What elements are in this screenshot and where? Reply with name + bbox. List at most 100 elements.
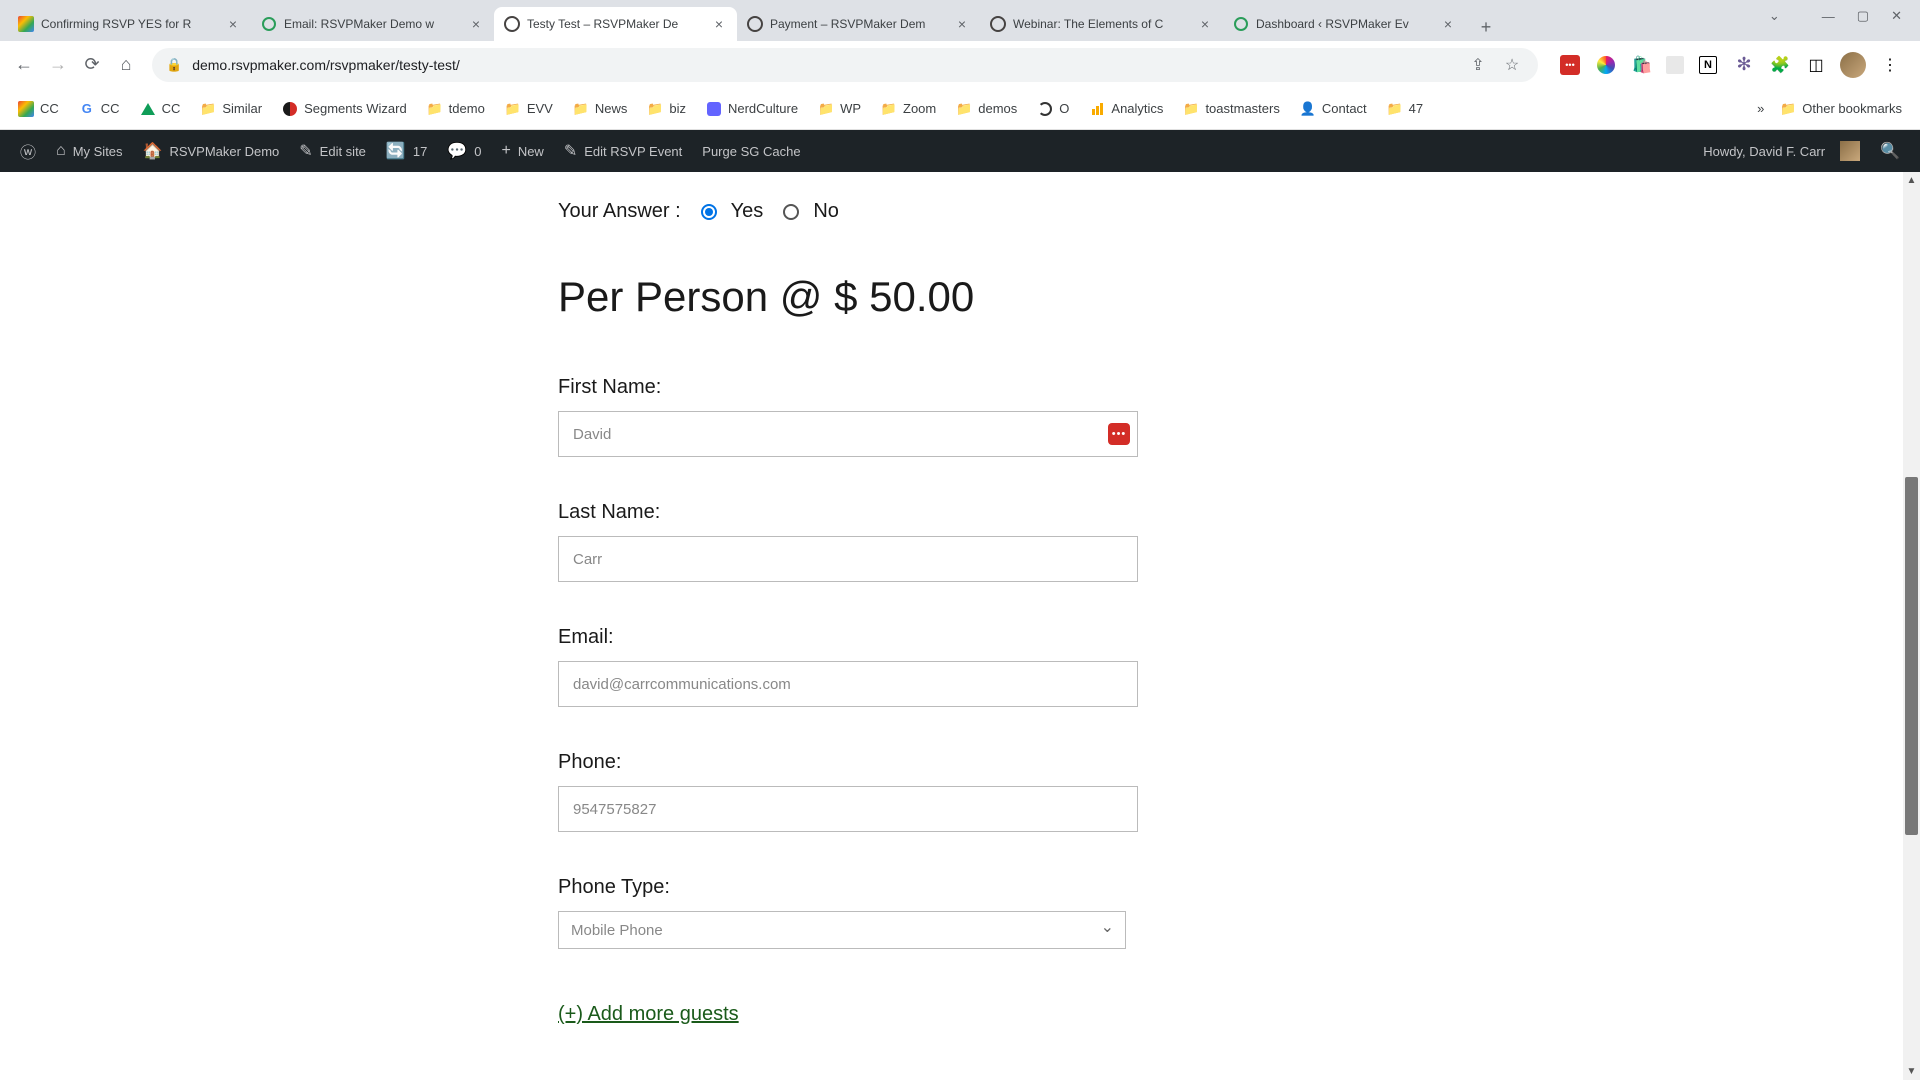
blank-ext-icon[interactable] (1666, 56, 1684, 74)
close-icon[interactable]: × (1440, 16, 1456, 32)
other-bookmarks[interactable]: 📁Other bookmarks (1774, 97, 1908, 121)
first-name-label: First Name: (558, 376, 1138, 399)
bookmark-zoom[interactable]: 📁Zoom (875, 97, 942, 121)
close-icon[interactable]: × (1197, 16, 1213, 32)
plus-icon: + (501, 142, 510, 160)
tab-5[interactable]: Dashboard ‹ RSVPMaker Ev × (1223, 7, 1466, 41)
address-bar-row: ← → ⟳ ⌂ 🔒 demo.rsvpmaker.com/rsvpmaker/t… (0, 41, 1920, 88)
close-window-icon[interactable]: ✕ (1891, 8, 1902, 24)
last-name-label: Last Name: (558, 501, 1138, 524)
bookmark-cc-gmail[interactable]: CC (12, 97, 65, 121)
tab-0[interactable]: Confirming RSVP YES for R × (8, 7, 251, 41)
bookmark-biz[interactable]: 📁biz (641, 97, 692, 121)
sidepanel-icon[interactable]: ◫ (1804, 53, 1828, 77)
google-icon: G (79, 101, 95, 117)
reload-button[interactable]: ⟳ (78, 51, 106, 79)
close-icon[interactable]: × (225, 16, 241, 32)
address-bar[interactable]: 🔒 demo.rsvpmaker.com/rsvpmaker/testy-tes… (152, 48, 1538, 82)
extensions-icon[interactable]: 🧩 (1768, 53, 1792, 77)
bookmark-cc-drive[interactable]: CC (134, 97, 187, 121)
profile-avatar[interactable] (1840, 52, 1866, 78)
field-first-name: First Name: ••• (558, 376, 1138, 457)
lastpass-ext-icon[interactable]: ••• (1558, 53, 1582, 77)
folder-icon: 📁 (505, 101, 521, 117)
bookmark-news[interactable]: 📁News (567, 97, 634, 121)
tab-1[interactable]: Email: RSVPMaker Demo w × (251, 7, 494, 41)
wp-updates[interactable]: 🔄17 (376, 130, 437, 172)
wp-comments[interactable]: 💬0 (437, 130, 491, 172)
pencil-icon: ✎ (299, 141, 312, 161)
wordpress-icon (504, 16, 520, 32)
tab-2-active[interactable]: Testy Test – RSVPMaker De × (494, 7, 737, 41)
share-icon[interactable]: ⇪ (1466, 53, 1490, 77)
wp-howdy[interactable]: Howdy, David F. Carr (1693, 141, 1870, 161)
close-icon[interactable]: × (711, 16, 727, 32)
bookmark-toastmasters[interactable]: 📁toastmasters (1177, 97, 1285, 121)
close-icon[interactable]: × (468, 16, 484, 32)
home-button[interactable]: ⌂ (112, 51, 140, 79)
tab-search-icon[interactable]: ⌄ (1769, 8, 1780, 24)
bookmark-analytics[interactable]: Analytics (1083, 97, 1169, 121)
wp-purge-cache[interactable]: Purge SG Cache (692, 130, 810, 172)
wp-search[interactable]: 🔍 (1870, 141, 1910, 161)
maximize-icon[interactable]: ▢ (1857, 8, 1869, 24)
phone-input[interactable] (558, 786, 1138, 832)
scrollbar-track[interactable]: ▲ ▼ (1903, 172, 1920, 1080)
tab-title: Payment – RSVPMaker Dem (770, 17, 947, 31)
shopping-ext-icon[interactable]: 🛍️ (1630, 53, 1654, 77)
wp-new[interactable]: +New (491, 130, 553, 172)
last-name-input[interactable] (558, 536, 1138, 582)
bookmark-evv[interactable]: 📁EVV (499, 97, 559, 121)
contact-icon: 👤 (1300, 101, 1316, 117)
colorful-ext-icon[interactable] (1594, 53, 1618, 77)
first-name-input[interactable] (558, 411, 1138, 457)
forward-button[interactable]: → (44, 51, 72, 79)
notion-ext-icon[interactable]: N (1696, 53, 1720, 77)
bookmark-o[interactable]: O (1031, 97, 1075, 121)
scroll-up-icon[interactable]: ▲ (1903, 172, 1920, 189)
no-label: No (813, 200, 839, 223)
browser-chrome: Confirming RSVP YES for R × Email: RSVPM… (0, 0, 1920, 130)
phone-type-select[interactable]: Mobile Phone (558, 911, 1126, 949)
bookmark-nerdculture[interactable]: NerdCulture (700, 97, 804, 121)
bookmark-similar[interactable]: 📁Similar (194, 97, 268, 121)
segments-icon (282, 101, 298, 117)
scroll-down-icon[interactable]: ▼ (1903, 1063, 1920, 1080)
bookmark-cc-google[interactable]: GCC (73, 97, 126, 121)
yes-label: Yes (731, 200, 764, 223)
folder-icon: 📁 (647, 101, 663, 117)
radio-yes[interactable] (701, 204, 717, 220)
lock-icon: 🔒 (166, 57, 182, 73)
folder-icon: 📁 (881, 101, 897, 117)
wp-edit-event[interactable]: ✎Edit RSVP Event (554, 130, 692, 172)
wp-my-sites[interactable]: ⌂My Sites (46, 130, 133, 172)
email-input[interactable] (558, 661, 1138, 707)
bookmark-tdemo[interactable]: 📁tdemo (421, 97, 491, 121)
wp-edit-site[interactable]: ✎Edit site (289, 130, 376, 172)
phone-label: Phone: (558, 751, 1138, 774)
wp-site-name[interactable]: 🏠RSVPMaker Demo (133, 130, 290, 172)
flower-ext-icon[interactable]: ✻ (1732, 53, 1756, 77)
tab-4[interactable]: Webinar: The Elements of C × (980, 7, 1223, 41)
add-guests-link[interactable]: (+) Add more guests (558, 1003, 739, 1026)
home-icon: ⌂ (56, 142, 66, 160)
minimize-icon[interactable]: — (1822, 9, 1835, 24)
tab-3[interactable]: Payment – RSVPMaker Dem × (737, 7, 980, 41)
email-label: Email: (558, 626, 1138, 649)
close-icon[interactable]: × (954, 16, 970, 32)
star-icon[interactable]: ☆ (1500, 53, 1524, 77)
menu-icon[interactable]: ⋮ (1878, 53, 1902, 77)
bookmark-segments[interactable]: Segments Wizard (276, 97, 413, 121)
wp-admin-bar: ⓦ ⌂My Sites 🏠RSVPMaker Demo ✎Edit site 🔄… (0, 130, 1920, 172)
wp-logo[interactable]: ⓦ (10, 130, 46, 172)
bookmark-demos[interactable]: 📁demos (950, 97, 1023, 121)
overflow-icon[interactable]: » (1757, 101, 1764, 116)
lastpass-fill-icon[interactable]: ••• (1108, 423, 1130, 445)
bookmark-wp[interactable]: 📁WP (812, 97, 867, 121)
new-tab-button[interactable]: + (1472, 13, 1500, 41)
back-button[interactable]: ← (10, 51, 38, 79)
radio-no[interactable] (783, 204, 799, 220)
bookmark-47[interactable]: 📁47 (1381, 97, 1429, 121)
bookmark-contact[interactable]: 👤Contact (1294, 97, 1373, 121)
scrollbar-thumb[interactable] (1905, 477, 1918, 835)
